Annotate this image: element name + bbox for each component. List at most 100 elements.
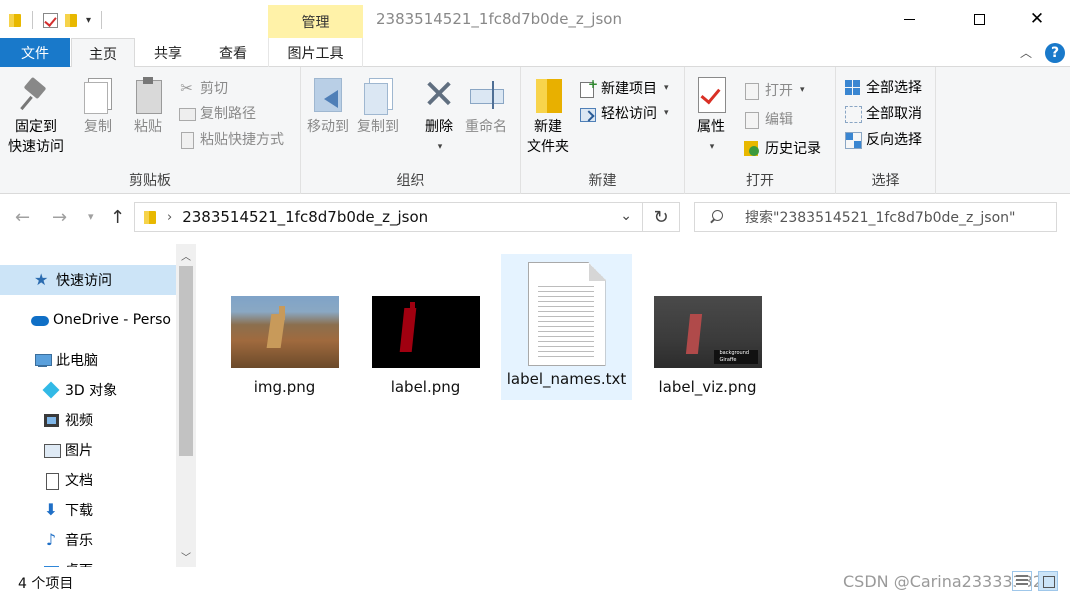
open-button[interactable]: 打开 ▾: [743, 79, 805, 101]
new-folder-large-icon: [530, 75, 566, 115]
nav-item-label: 视频: [65, 413, 93, 429]
rename-button[interactable]: 重命名: [465, 75, 507, 137]
select-all-label: 全部选择: [866, 80, 922, 96]
new-item-dropdown-icon: ▾: [664, 83, 669, 93]
search-input[interactable]: 搜索"2383514521_1fc8d7b0de_z_json": [694, 202, 1057, 232]
documents-icon: [43, 472, 59, 490]
tab-file[interactable]: 文件: [0, 38, 70, 67]
nav-item-desktop[interactable]: 桌面: [0, 555, 176, 567]
invert-selection-label: 反向选择: [866, 132, 922, 148]
nav-item-label: 桌面: [65, 560, 93, 567]
details-view-icon[interactable]: [1012, 571, 1032, 591]
this-pc-icon: [34, 352, 52, 368]
tab-picture-tools[interactable]: 图片工具: [268, 38, 363, 67]
customize-toolbar-dropdown-icon[interactable]: ▾: [86, 15, 91, 26]
nav-item-documents[interactable]: 文档: [0, 465, 176, 495]
file-item-label-png[interactable]: label.png: [360, 254, 491, 400]
minimize-icon: [903, 18, 915, 20]
scroll-down-chevron-icon[interactable]: ﹀: [176, 547, 196, 565]
forward-arrow-icon[interactable]: →: [52, 207, 67, 228]
new-folder-button[interactable]: 新建 文件夹: [527, 75, 569, 157]
rename-icon: [468, 75, 504, 115]
item-count: 4 个项目: [18, 576, 74, 592]
label-thumbnail: [371, 296, 480, 368]
select-none-button[interactable]: 全部取消: [844, 102, 922, 124]
paste-button[interactable]: 粘贴: [130, 75, 166, 137]
tab-home[interactable]: 主页: [71, 38, 135, 68]
copy-to-icon: [360, 75, 396, 115]
rename-label: 重命名: [465, 119, 507, 135]
address-history-chevron-down-icon[interactable]: ⌄: [620, 208, 632, 224]
nav-item-quick-access[interactable]: ★ 快速访问: [0, 265, 176, 295]
collapse-ribbon-chevron-up-icon[interactable]: ︿: [1020, 44, 1032, 61]
breadcrumb-current-folder[interactable]: 2383514521_1fc8d7b0de_z_json: [182, 208, 428, 226]
up-arrow-icon[interactable]: ↑: [110, 207, 125, 228]
new-group: 新建 文件夹 新建项目 ▾ 轻松访问 ▾ 新建: [521, 67, 685, 194]
new-group-label: 新建: [588, 173, 617, 189]
tab-share[interactable]: 共享: [138, 38, 198, 67]
open-icon: [743, 82, 760, 100]
nav-item-3d-objects[interactable]: 3D 对象: [0, 375, 176, 405]
properties-button[interactable]: 属性 ▾: [693, 75, 729, 157]
folder-icon[interactable]: [8, 12, 22, 28]
scissors-icon: ✂: [180, 78, 193, 97]
ribbon: 固定到 快速访问 复制 粘贴 ✂ 剪切 复制路径 粘贴快捷方式 剪贴板 移动到: [0, 67, 1070, 194]
easy-access-button[interactable]: 轻松访问 ▾: [579, 102, 669, 124]
properties-check-icon[interactable]: [43, 12, 58, 28]
nav-item-this-pc[interactable]: 此电脑: [0, 345, 176, 375]
easy-access-dropdown-icon: ▾: [664, 108, 669, 118]
scroll-up-chevron-icon[interactable]: ︿: [176, 246, 196, 264]
new-folder-label-line2: 文件夹: [527, 139, 569, 155]
nav-item-downloads[interactable]: ⬇ 下载: [0, 495, 176, 525]
copy-path-button[interactable]: 复制路径: [178, 102, 256, 124]
invert-selection-button[interactable]: 反向选择: [844, 128, 922, 150]
view-switcher: [1012, 571, 1058, 591]
delete-label: 删除: [425, 119, 453, 135]
new-folder-icon[interactable]: [64, 12, 78, 28]
recent-locations-chevron-icon[interactable]: ▾: [88, 210, 94, 223]
copy-button[interactable]: 复制: [80, 75, 116, 137]
large-icons-view-icon[interactable]: [1038, 571, 1058, 591]
scrollbar-thumb[interactable]: [179, 266, 193, 456]
file-item-label-names-txt[interactable]: label_names.txt: [501, 254, 632, 400]
cut-button[interactable]: ✂ 剪切: [178, 77, 228, 99]
window-title: 2383514521_1fc8d7b0de_z_json: [376, 10, 622, 28]
select-group-label: 选择: [871, 173, 900, 189]
history-button[interactable]: 历史记录: [743, 137, 821, 159]
pin-to-quick-access-button[interactable]: 固定到 快速访问: [8, 75, 64, 157]
maximize-button[interactable]: [956, 0, 1002, 38]
select-none-icon: [844, 105, 862, 123]
select-none-label: 全部取消: [866, 106, 922, 122]
nav-item-onedrive[interactable]: OneDrive - Perso: [0, 305, 176, 335]
file-item-img-png[interactable]: img.png: [219, 254, 350, 400]
breadcrumb-chevron-icon[interactable]: ›: [167, 210, 172, 225]
pin-label-line1: 固定到: [15, 119, 57, 135]
paste-shortcut-button[interactable]: 粘贴快捷方式: [178, 128, 284, 150]
nav-item-music[interactable]: ♪ 音乐: [0, 525, 176, 555]
minimize-button[interactable]: [886, 0, 932, 38]
close-button[interactable]: ✕: [1014, 0, 1060, 38]
downloads-icon: ⬇: [44, 500, 58, 519]
new-item-button[interactable]: 新建项目 ▾: [579, 77, 669, 99]
refresh-button[interactable]: ↻: [643, 202, 680, 232]
delete-dropdown-icon: ▾: [437, 142, 443, 152]
refresh-icon: ↻: [653, 206, 669, 228]
nav-item-label: 图片: [65, 443, 93, 459]
text-file-fold: [588, 262, 606, 281]
help-icon[interactable]: ?: [1045, 43, 1065, 63]
select-all-button[interactable]: 全部选择: [844, 76, 922, 98]
edit-button[interactable]: 编辑: [743, 108, 793, 130]
nav-scrollbar[interactable]: ︿ ﹀: [176, 244, 196, 567]
file-item-label-viz-png[interactable]: background Giraffe label_viz.png: [642, 254, 773, 400]
clipboard-group-label: 剪贴板: [129, 173, 171, 189]
tab-view[interactable]: 查看: [203, 38, 263, 67]
nav-item-pictures[interactable]: 图片: [0, 435, 176, 465]
delete-button[interactable]: ✕ 删除 ▾: [421, 75, 457, 157]
copy-to-button[interactable]: 复制到: [357, 75, 399, 137]
paste-shortcut-label: 粘贴快捷方式: [200, 132, 284, 148]
back-arrow-icon[interactable]: ←: [15, 207, 30, 228]
move-to-button[interactable]: 移动到: [307, 75, 349, 137]
manage-context-tab[interactable]: 管理: [268, 5, 363, 38]
nav-item-videos[interactable]: 视频: [0, 405, 176, 435]
address-bar[interactable]: › 2383514521_1fc8d7b0de_z_json ⌄: [134, 202, 643, 232]
